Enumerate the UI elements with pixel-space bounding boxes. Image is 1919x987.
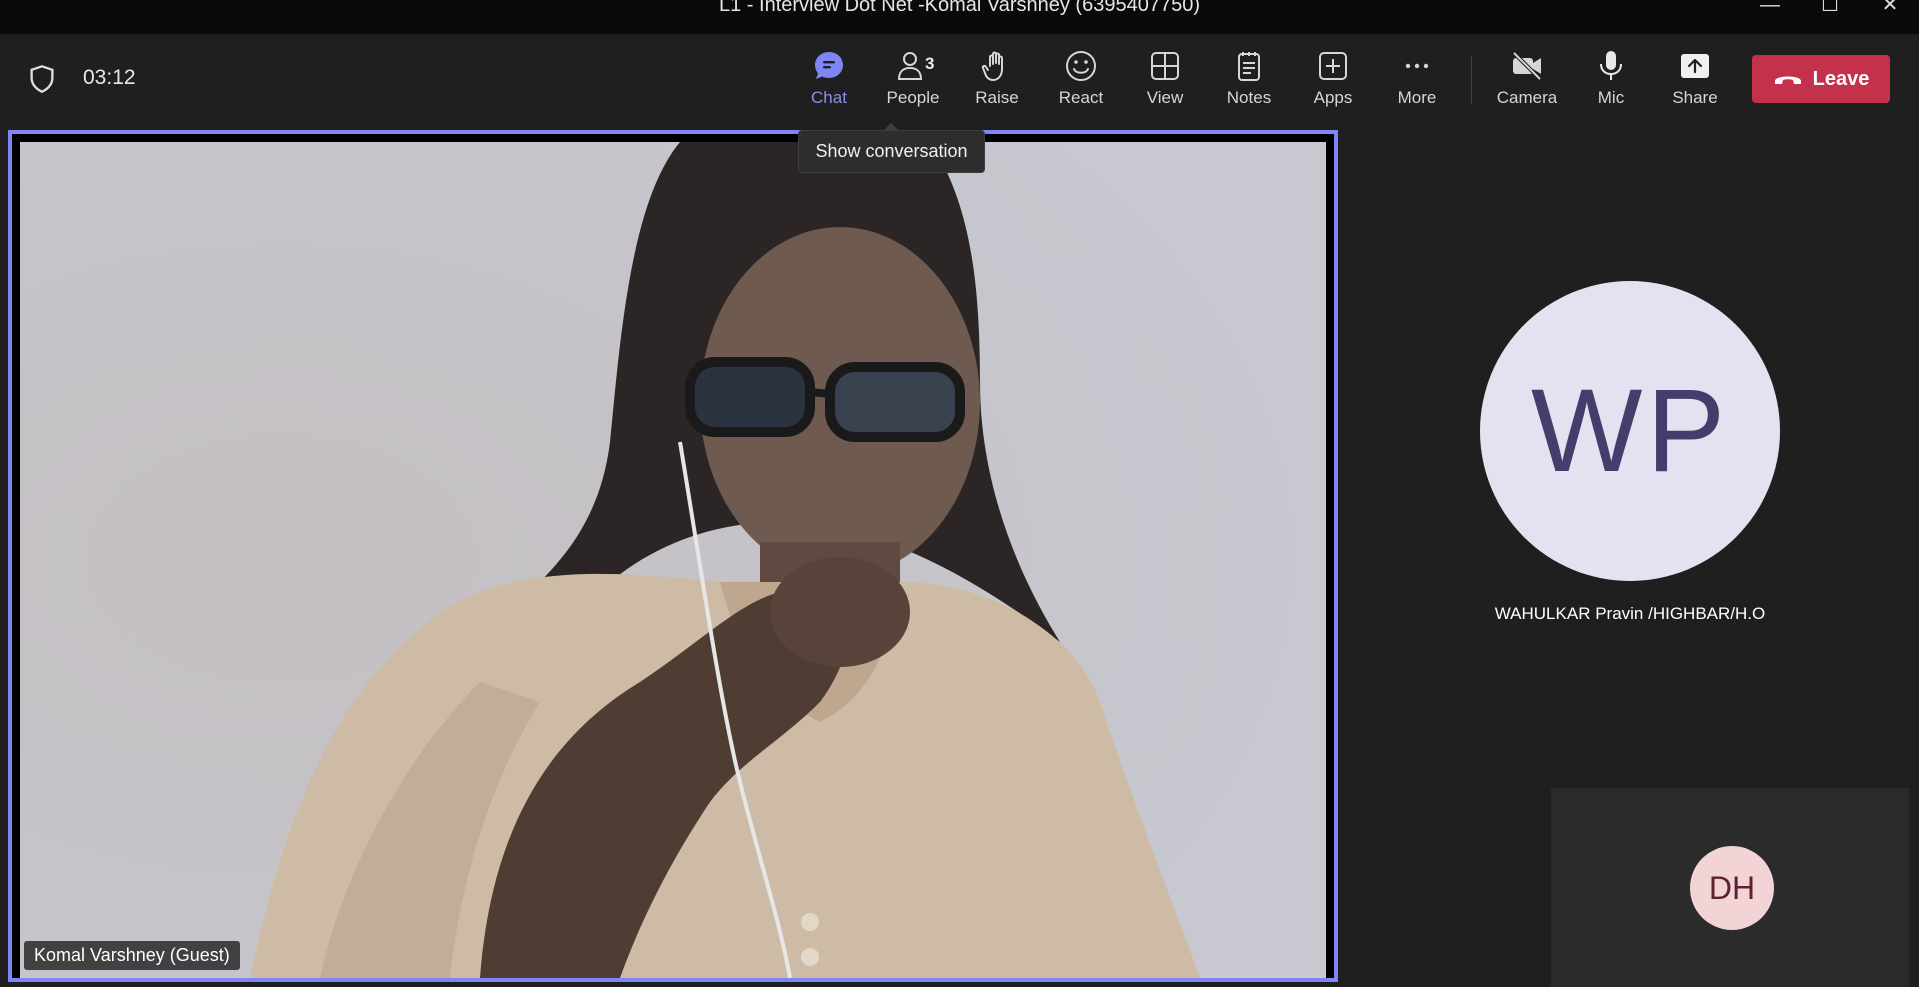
people-label: People (886, 88, 940, 107)
maximize-button[interactable]: ☐ (1800, 0, 1860, 20)
shield-icon[interactable] (28, 64, 56, 94)
view-button[interactable]: View (1126, 48, 1204, 114)
mic-label: Mic (1597, 88, 1625, 107)
share-label: Share (1672, 88, 1718, 107)
participant-video-image (20, 142, 1326, 978)
main-video-tile[interactable]: Komal Varshney (Guest) (8, 130, 1338, 982)
people-icon: 3 (895, 48, 935, 84)
grid-icon (1147, 48, 1183, 84)
more-label: More (1397, 88, 1437, 107)
meeting-toolbar: 03:12 Chat 3 People Raise React View Not… (0, 34, 1919, 126)
chat-icon (811, 48, 847, 84)
meeting-timer: 03:12 (83, 66, 136, 89)
toolbar-divider (1471, 56, 1472, 104)
notes-label: Notes (1226, 88, 1272, 107)
react-label: React (1058, 88, 1104, 107)
raise-label: Raise (975, 88, 1019, 107)
leave-label: Leave (1812, 67, 1870, 90)
react-button[interactable]: React (1042, 48, 1120, 114)
participant-avatar-wp[interactable]: WP (1480, 281, 1780, 581)
people-button[interactable]: 3 People (874, 48, 952, 114)
hand-icon (979, 48, 1015, 84)
share-button[interactable]: Share (1656, 48, 1734, 114)
view-label: View (1146, 88, 1184, 107)
apps-label: Apps (1313, 88, 1353, 107)
close-window-button[interactable]: ✕ (1860, 0, 1919, 20)
camera-label: Camera (1496, 88, 1558, 107)
phone-hangup-icon (1774, 76, 1801, 84)
participant-thumbnail-tile[interactable]: DH (1551, 788, 1909, 987)
smile-icon (1063, 48, 1099, 84)
minimize-button[interactable]: — (1740, 0, 1800, 20)
participant-video: Komal Varshney (Guest) (20, 142, 1326, 978)
leave-button[interactable]: Leave (1752, 55, 1890, 103)
raise-hand-button[interactable]: Raise (958, 48, 1036, 114)
participant-name-label: Komal Varshney (Guest) (24, 941, 240, 970)
notes-icon (1231, 48, 1267, 84)
notes-button[interactable]: Notes (1210, 48, 1288, 114)
share-icon (1677, 48, 1713, 84)
title-bar: L1 - Interview Dot Net -Komal Varshney (… (0, 0, 1919, 34)
mic-button[interactable]: Mic (1572, 48, 1650, 114)
participant-avatar-dh: DH (1690, 846, 1774, 930)
more-button[interactable]: More (1378, 48, 1456, 114)
camera-off-icon (1509, 48, 1545, 84)
chat-button[interactable]: Chat (790, 48, 868, 114)
mic-icon (1593, 48, 1629, 84)
plus-box-icon (1315, 48, 1351, 84)
chat-tooltip: Show conversation (798, 123, 985, 173)
window-title: L1 - Interview Dot Net -Komal Varshney (… (719, 0, 1200, 16)
chat-label: Chat (811, 88, 847, 107)
ellipsis-icon (1399, 48, 1435, 84)
camera-button[interactable]: Camera (1488, 48, 1566, 114)
apps-button[interactable]: Apps (1294, 48, 1372, 114)
people-count-badge: 3 (925, 54, 935, 73)
participant-name-wp: WAHULKAR Pravin /HIGHBAR/H.O (1494, 604, 1766, 623)
